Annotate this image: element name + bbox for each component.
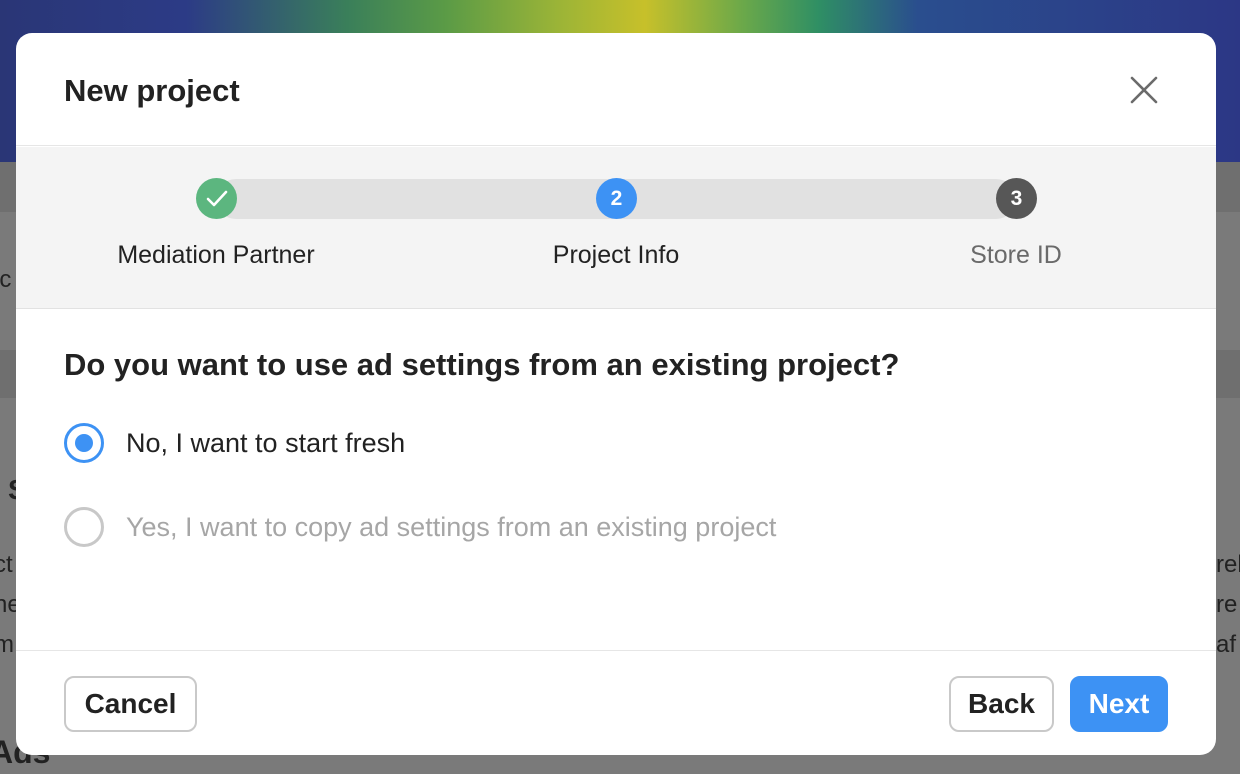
checkmark-icon	[206, 190, 227, 206]
dialog-title: New project	[64, 73, 240, 108]
background-text: m	[0, 631, 14, 658]
progress-stepper: 2 3 Mediation Partner Project Info Store…	[16, 147, 1216, 309]
background-text: ic	[0, 266, 12, 293]
next-button[interactable]: Next	[1070, 676, 1168, 732]
dialog-header: New project	[16, 33, 1216, 146]
background-text: ct	[0, 551, 13, 578]
close-button[interactable]	[1125, 73, 1163, 109]
option-label: No, I want to start fresh	[126, 427, 406, 458]
radio-button-selected[interactable]	[64, 423, 104, 463]
option-start-fresh[interactable]: No, I want to start fresh	[64, 423, 405, 463]
option-label: Yes, I want to copy ad settings from an …	[126, 511, 777, 542]
step-3-indicator: 3	[996, 178, 1037, 219]
background-text: af	[1216, 631, 1237, 658]
cancel-button[interactable]: Cancel	[64, 676, 197, 732]
back-button[interactable]: Back	[949, 676, 1054, 732]
option-copy-settings[interactable]: Yes, I want to copy ad settings from an …	[64, 507, 776, 547]
step-2-label: Project Info	[552, 241, 680, 269]
background-text: rel	[1216, 551, 1240, 578]
dialog-footer: Cancel Back Next	[16, 650, 1216, 755]
settings-question: Do you want to use ad settings from an e…	[64, 347, 900, 382]
background-text: re	[1216, 591, 1238, 618]
radio-button-unselected[interactable]	[64, 507, 104, 547]
new-project-dialog: New project 2 3 Mediation Partner Projec…	[16, 33, 1216, 755]
step-2-indicator: 2	[596, 178, 637, 219]
step-1-label: Mediation Partner	[117, 241, 315, 269]
close-icon	[1130, 76, 1158, 104]
step-3-label: Store ID	[970, 241, 1062, 269]
step-1-indicator	[196, 178, 237, 219]
